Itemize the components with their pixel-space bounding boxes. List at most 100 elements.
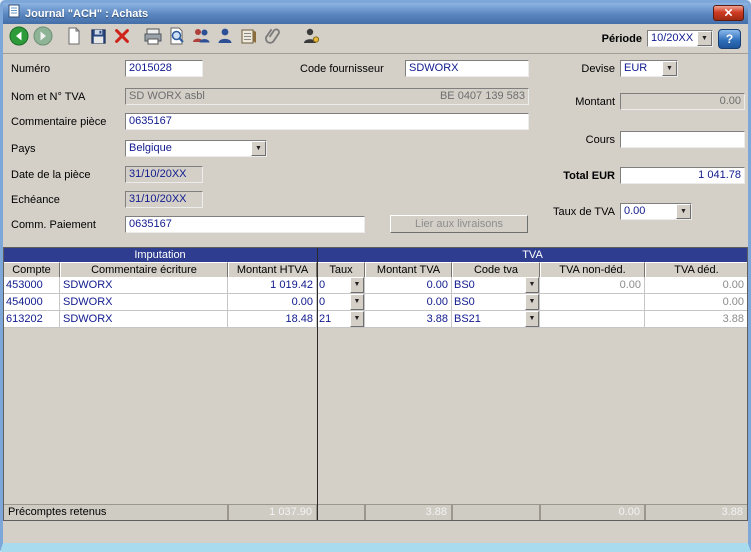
cours-field[interactable] [620,131,745,148]
date-piece-field: 31/10/20XX [125,166,203,183]
table-row: 453000 SDWORX 1 019.42 0 ▼ 0.00 BS0 ▼ 0.… [3,277,748,294]
table-row: 613202 SDWORX 18.48 21 ▼ 3.88 BS21 ▼ 3.8… [3,311,748,328]
journal-icon [7,4,21,23]
total-eur-label: Total EUR [533,170,615,182]
chevron-down-icon[interactable]: ▼ [676,204,691,219]
contacts-button[interactable] [190,27,212,51]
window-title: Journal "ACH" : Achats [25,8,148,20]
taux-tva-label: Taux de TVA [523,206,615,218]
date-piece-label: Date de la pièce [11,169,91,181]
cell-montant-htva[interactable]: 0.00 [228,294,317,311]
attachment-icon [263,26,283,51]
nom-tva-field: SD WORX asbl BE 0407 139 583 [125,88,529,105]
cell-tva-ded: 0.00 [645,277,748,294]
col-commentaire: Commentaire écriture [60,262,228,278]
footer-montant-htva: 1 037.90 [228,504,317,521]
chevron-down-icon[interactable]: ▼ [251,141,266,156]
comm-paiement-field[interactable]: 0635167 [125,216,365,233]
devise-select[interactable]: EUR ▼ [620,60,678,77]
help-icon: ? [726,32,733,46]
chevron-down-icon[interactable]: ▼ [350,311,364,327]
cell-montant-htva[interactable]: 1 019.42 [228,277,317,294]
chevron-down-icon[interactable]: ▼ [525,294,539,310]
chevron-down-icon[interactable]: ▼ [697,31,712,46]
cell-montant-tva[interactable]: 3.88 [365,311,452,328]
comm-paiement-label: Comm. Paiement [11,219,96,231]
grid-footer: Précomptes retenus 1 037.90 3.88 0.00 3.… [3,504,748,521]
chevron-down-icon[interactable]: ▼ [350,277,364,293]
numero-field[interactable]: 2015028 [125,60,203,77]
forward-icon [33,26,53,51]
taux-tva-value: 0.00 [621,204,676,219]
forward-button[interactable] [32,27,54,51]
preview-icon [167,26,187,51]
total-eur-field: 1 041.78 [620,167,745,184]
nom-tva-number: BE 0407 139 583 [440,89,525,104]
cell-taux-select[interactable]: 21 ▼ [317,311,365,328]
toolbar: Période 10/20XX ▼ ? [3,24,748,54]
col-compte: Compte [3,262,60,278]
chevron-down-icon[interactable]: ▼ [350,294,364,310]
chevron-down-icon[interactable]: ▼ [525,277,539,293]
cell-tva-ded: 3.88 [645,311,748,328]
cell-commentaire[interactable]: SDWORX [60,277,228,294]
cell-tva-non-ded [540,294,645,311]
delete-button[interactable] [111,27,133,51]
notes-icon [239,26,259,51]
col-taux: Taux [317,262,365,278]
cell-code-tva-select[interactable]: BS21 ▼ [452,311,540,328]
cell-montant-htva[interactable]: 18.48 [228,311,317,328]
chevron-down-icon[interactable]: ▼ [525,311,539,327]
cell-tva-non-ded: 0.00 [540,277,645,294]
back-button[interactable] [8,27,30,51]
cell-commentaire[interactable]: SDWORX [60,311,228,328]
cell-montant-tva[interactable]: 0.00 [365,277,452,294]
devise-value: EUR [621,61,662,76]
footer-tva-non-ded: 0.00 [540,504,645,521]
titlebar: Journal "ACH" : Achats [3,3,748,24]
close-button[interactable] [713,5,744,21]
attachment-button[interactable] [262,27,284,51]
cell-compte[interactable]: 454000 [3,294,60,311]
permissions-button[interactable] [300,27,322,51]
footer-label: Précomptes retenus [3,504,228,521]
help-button[interactable]: ? [718,29,741,49]
code-fournisseur-field[interactable]: SDWORX [405,60,529,77]
numero-label: Numéro [11,63,50,75]
close-icon [724,4,733,22]
echeance-label: Echéance [11,194,60,206]
cell-tva-non-ded [540,311,645,328]
col-montant-htva: Montant HTVA [228,262,317,278]
cell-taux-select[interactable]: 0 ▼ [317,277,365,294]
commentaire-piece-label: Commentaire pièce [11,116,106,128]
cell-taux-select[interactable]: 0 ▼ [317,294,365,311]
save-button[interactable] [87,27,109,51]
cell-code-tva-select[interactable]: BS0 ▼ [452,294,540,311]
nom-tva-name: SD WORX asbl [129,89,205,104]
preview-button[interactable] [166,27,188,51]
printer-button[interactable] [142,27,164,51]
col-montant-tva: Montant TVA [365,262,452,278]
taux-tva-select[interactable]: 0.00 ▼ [620,203,692,220]
chevron-down-icon[interactable]: ▼ [662,61,677,76]
pays-select[interactable]: Belgique ▼ [125,140,267,157]
periode-group: Période 10/20XX ▼ ? [602,29,743,49]
user-button[interactable] [214,27,236,51]
new-document-button[interactable] [63,27,85,51]
pays-value: Belgique [126,141,251,156]
col-tva-ded: TVA déd. [645,262,748,278]
col-code-tva: Code tva [452,262,540,278]
grid-empty-area [3,328,748,504]
grid-column-header: Compte Commentaire écriture Montant HTVA… [3,262,748,278]
cell-code-tva-select[interactable]: BS0 ▼ [452,277,540,294]
notes-button[interactable] [238,27,260,51]
cell-compte[interactable]: 453000 [3,277,60,294]
cell-montant-tva[interactable]: 0.00 [365,294,452,311]
cell-compte[interactable]: 613202 [3,311,60,328]
app-window: Journal "ACH" : Achats [0,0,751,552]
new-document-icon [64,26,84,51]
montant-field: 0.00 [620,93,745,110]
commentaire-piece-field[interactable]: 0635167 [125,113,529,130]
cell-commentaire[interactable]: SDWORX [60,294,228,311]
periode-select[interactable]: 10/20XX ▼ [647,30,713,47]
